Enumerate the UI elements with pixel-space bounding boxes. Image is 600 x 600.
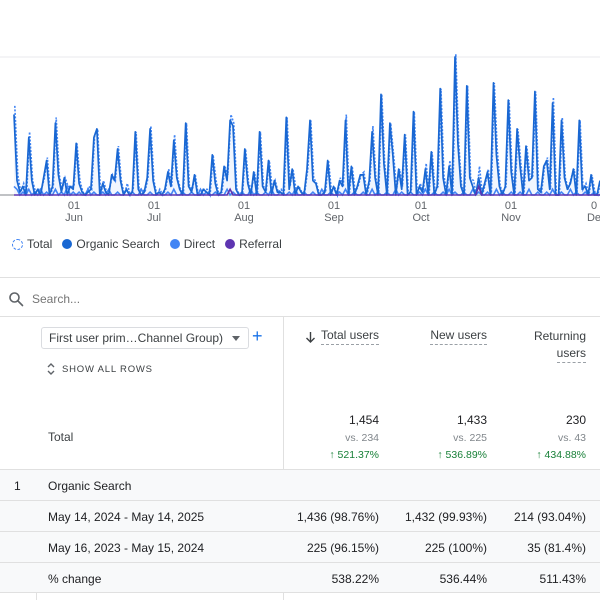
- legend-item-organic-search[interactable]: Organic Search: [62, 237, 160, 251]
- x-tick-day: 01: [67, 200, 81, 212]
- column-header-label: Total users: [320, 328, 379, 345]
- total-value: 1,454: [348, 413, 379, 427]
- legend-label: Direct: [183, 237, 216, 251]
- row-value: 35 (81.4%): [527, 541, 586, 555]
- show-all-rows-button[interactable]: SHOW ALL ROWS: [46, 362, 153, 376]
- total-compare: vs. 234: [345, 432, 379, 444]
- total-label: Total: [48, 430, 74, 444]
- dimension-select[interactable]: First user prim…Channel Group): [41, 327, 249, 349]
- row-value: 1,436 (98.76%): [296, 510, 379, 524]
- legend-label: Organic Search: [76, 237, 160, 251]
- table-row[interactable]: % change 538.22% 536.44% 511.43%: [0, 562, 600, 593]
- series-line-organic-search: [13, 56, 600, 196]
- total-change: ↑ 536.89%: [437, 449, 487, 461]
- row-label: Organic Search: [48, 479, 132, 493]
- row-value: 225 (96.15%): [306, 541, 379, 555]
- total-change: ↑ 521.37%: [329, 449, 379, 461]
- legend-dot-icon: [225, 239, 236, 249]
- x-tick-month: Jun: [65, 212, 83, 224]
- row-value: 538.22%: [331, 572, 379, 586]
- x-tick-day: 01: [504, 200, 518, 212]
- legend-item-referral[interactable]: Referral: [225, 237, 282, 251]
- sort-descending-icon: [305, 331, 315, 343]
- expand-rows-icon: [47, 363, 55, 375]
- show-all-rows-label: SHOW ALL ROWS: [62, 363, 153, 375]
- caret-down-icon: [232, 336, 240, 341]
- table-row[interactable]: 1 Organic Search: [0, 469, 600, 500]
- legend-label: Total: [27, 237, 53, 251]
- chart-plot: [0, 54, 600, 199]
- column-header-label: Returning: [533, 329, 586, 343]
- x-tick-day: 01: [327, 200, 341, 212]
- x-tick-label: 01 Aug: [229, 200, 259, 224]
- x-tick-month: Aug: [234, 212, 254, 224]
- column-header-new-users[interactable]: New users: [430, 328, 487, 345]
- total-value: 230: [565, 413, 586, 427]
- table-search: [0, 282, 600, 316]
- row-index: 1: [14, 479, 21, 493]
- x-tick-month: Sep: [324, 212, 344, 224]
- legend-dot-icon: [169, 239, 180, 249]
- x-tick-day: 01: [237, 200, 251, 212]
- row-value: 511.43%: [539, 572, 586, 586]
- column-header-label: New users: [430, 328, 487, 345]
- x-tick-label: 01 Jun: [59, 200, 89, 224]
- x-tick-day: 01: [414, 200, 428, 212]
- search-icon[interactable]: [8, 291, 24, 307]
- legend-item-direct[interactable]: Direct: [169, 237, 216, 251]
- legend-item-total[interactable]: Total: [12, 237, 52, 251]
- line-chart: 01 Jun 01 Jul 01 Aug 01 Sep 01 Oct 01 Nov 0 De: [0, 0, 600, 230]
- row-label: May 14, 2024 - May 14, 2025: [48, 510, 205, 524]
- column-header-total-users[interactable]: Total users: [305, 328, 379, 345]
- add-dimension-icon[interactable]: +: [252, 326, 263, 346]
- row-value: 536.44%: [439, 572, 487, 586]
- row-label: May 16, 2023 - May 15, 2024: [48, 541, 205, 555]
- total-change: ↑ 434.88%: [536, 449, 586, 461]
- dimension-select-value: First user prim…Channel Group): [49, 331, 224, 345]
- table-row[interactable]: May 16, 2023 - May 15, 2024 225 (96.15%)…: [0, 531, 600, 562]
- x-tick-label: 0 De: [579, 200, 600, 224]
- x-tick-label: 01 Oct: [406, 200, 436, 224]
- row-value: 1,432 (99.93%): [404, 510, 487, 524]
- x-tick-month: De: [586, 212, 600, 224]
- series-layer: [13, 54, 600, 199]
- legend-dot-icon: [12, 238, 23, 250]
- divider: [0, 316, 600, 317]
- legend-dot-icon: [62, 239, 73, 249]
- x-tick-month: Jul: [146, 212, 162, 224]
- column-header-returning-users[interactable]: Returning users: [533, 328, 586, 363]
- x-tick-label: 01 Jul: [139, 200, 169, 224]
- x-tick-day: 0: [590, 200, 598, 212]
- x-tick-month: Oct: [412, 212, 430, 224]
- x-tick-label: 01 Nov: [496, 200, 526, 224]
- divider: [0, 277, 600, 278]
- chart-legend: Total Organic Search Direct Referral: [12, 237, 282, 251]
- total-compare: vs. 225: [453, 432, 487, 444]
- x-tick-label: 01 Sep: [319, 200, 349, 224]
- row-label: % change: [48, 572, 102, 586]
- x-tick-month: Nov: [501, 212, 521, 224]
- total-compare: vs. 43: [557, 432, 586, 444]
- row-value: 214 (93.04%): [513, 510, 586, 524]
- x-tick-day: 01: [147, 200, 161, 212]
- legend-label: Referral: [239, 237, 282, 251]
- row-value: 225 (100%): [424, 541, 487, 555]
- search-input[interactable]: [32, 292, 232, 306]
- table-row[interactable]: May 14, 2024 - May 14, 2025 1,436 (98.76…: [0, 500, 600, 531]
- column-header-label: users: [556, 346, 586, 363]
- total-value: 1,433: [456, 413, 487, 427]
